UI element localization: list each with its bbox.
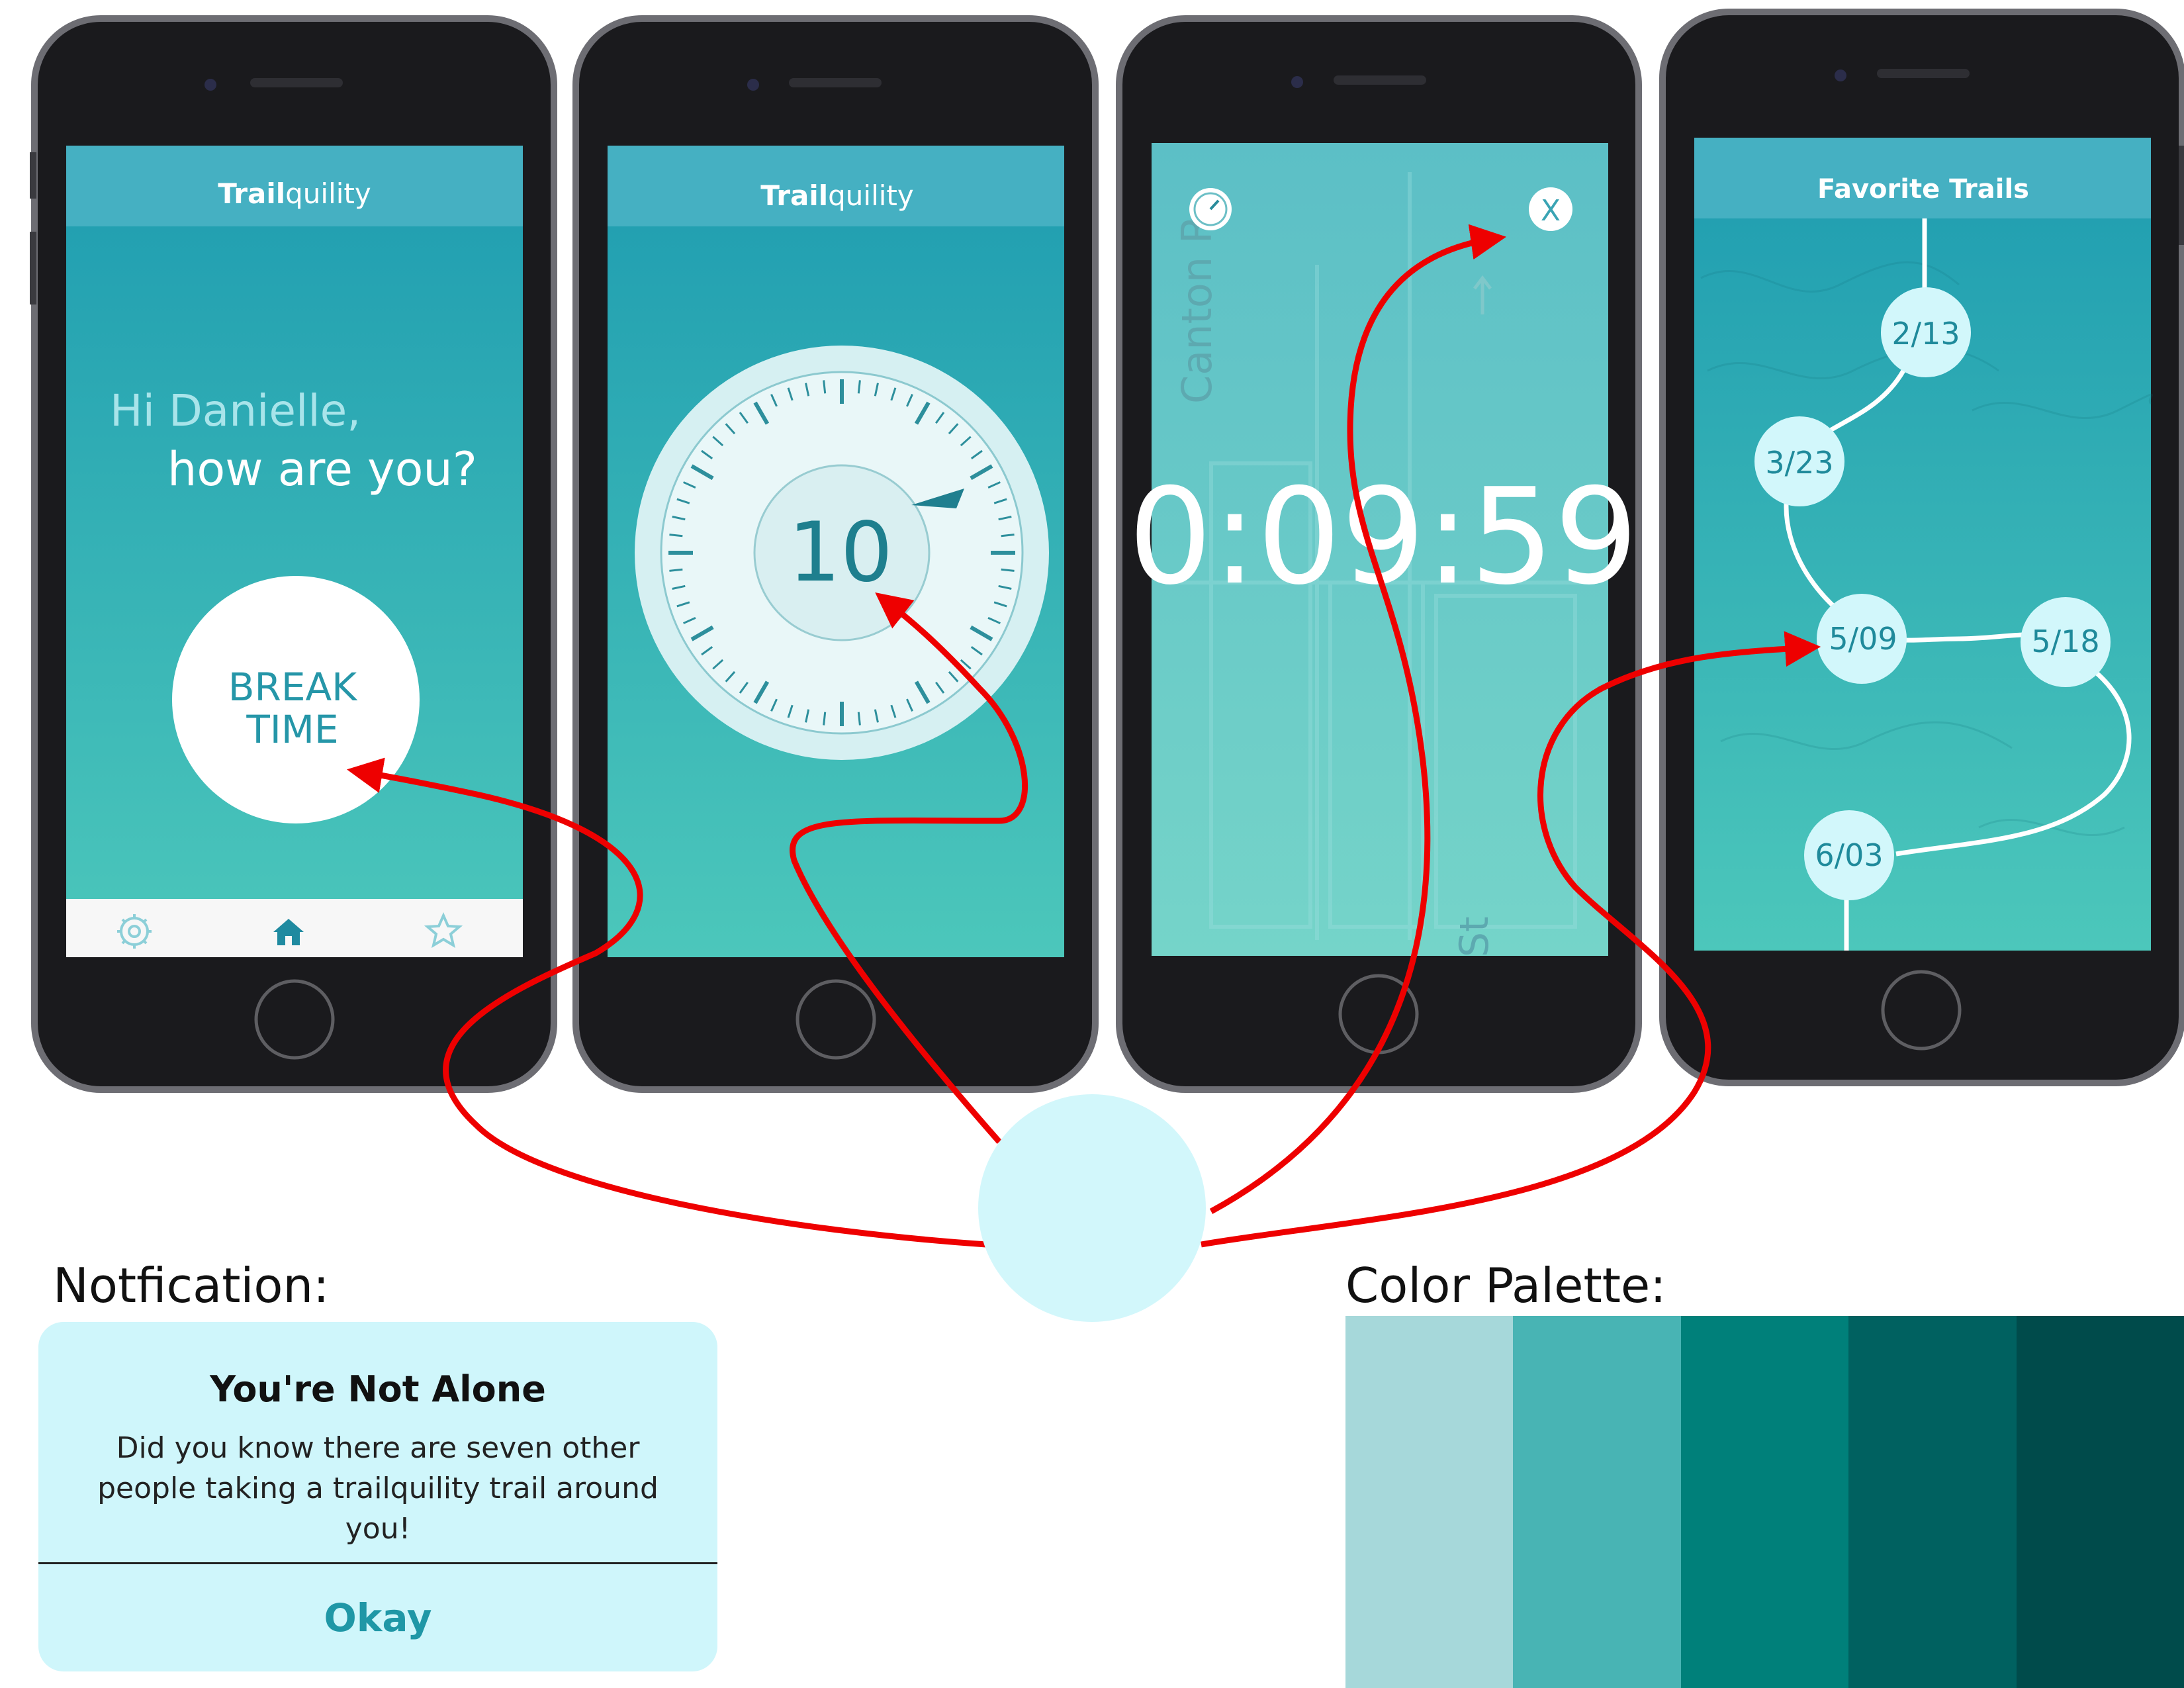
trail-date: 2/13 <box>1891 316 1960 352</box>
home-app-title: Trailquility <box>218 177 371 210</box>
trail-node-2[interactable]: 3/23 <box>1754 416 1844 506</box>
dial-minor-tick <box>857 712 861 726</box>
trail-node-4[interactable]: 5/18 <box>2021 597 2111 687</box>
palette-swatch-4 <box>1848 1316 2017 1688</box>
timer-minutes: 10 <box>788 505 893 600</box>
notification-card: You're Not Alone Did you know there are … <box>38 1322 717 1671</box>
home-screen <box>66 146 523 957</box>
hub-circle <box>978 1094 1206 1322</box>
palette-section-label: Color Palette: <box>1345 1258 1666 1313</box>
trail-node-1[interactable]: 2/13 <box>1881 287 1971 377</box>
favorites-title: Favorite Trails <box>1817 174 2029 205</box>
dial-minor-tick <box>823 380 827 394</box>
phone-timer-picker: Trailquility 10 <box>572 15 1099 1093</box>
close-button[interactable]: X <box>1529 187 1572 231</box>
okay-button[interactable]: Okay <box>38 1564 717 1671</box>
break-time-label-2: TIME <box>246 707 338 752</box>
notification-section-label: Notfication: <box>53 1258 330 1313</box>
phone-countdown: Canton R St X 0:09:59 <box>1116 15 1642 1093</box>
phone-home: Trailquility Hi Danielle, how are you? B… <box>30 15 557 1093</box>
notification-body: Did you know there are seven other peopl… <box>97 1431 659 1546</box>
dial-minor-tick <box>857 380 861 394</box>
map-street-label-2: St <box>1451 916 1498 957</box>
trail-date: 5/18 <box>2031 624 2099 659</box>
trail-node-5[interactable]: 6/03 <box>1804 810 1894 900</box>
trail-node-3[interactable]: 5/09 <box>1817 594 1907 684</box>
close-icon: X <box>1541 194 1561 228</box>
palette-swatch-5 <box>2016 1316 2184 1688</box>
greeting-line-1: Hi Danielle, <box>110 385 361 436</box>
break-time-button[interactable]: BREAK TIME <box>172 576 420 823</box>
palette-swatch-2 <box>1513 1316 1681 1688</box>
timer-app-title: Trailquility <box>760 179 914 212</box>
break-time-label-1: BREAK <box>228 665 358 710</box>
greeting-line-2: how are you? <box>167 442 477 496</box>
phone-favorites: Favorite Trails 2/13 3/23 5/09 5/18 6/03 <box>1659 9 2184 1086</box>
color-palette <box>1345 1316 2184 1688</box>
dial-minor-tick <box>669 534 683 538</box>
dial-minor-tick <box>669 568 683 572</box>
dial-minor-tick <box>1001 568 1015 572</box>
trail-date: 5/09 <box>1829 621 1897 657</box>
palette-swatch-1 <box>1345 1316 1514 1688</box>
dial-minor-tick <box>823 712 827 726</box>
compass-icon[interactable] <box>1189 188 1232 230</box>
palette-swatch-3 <box>1680 1316 1849 1688</box>
notification-title: You're Not Alone <box>210 1368 546 1410</box>
trail-date: 3/23 <box>1765 445 1833 481</box>
trail-date: 6/03 <box>1815 837 1883 873</box>
dial-minor-tick <box>1001 534 1015 538</box>
map-street-label: Canton R <box>1173 215 1221 404</box>
